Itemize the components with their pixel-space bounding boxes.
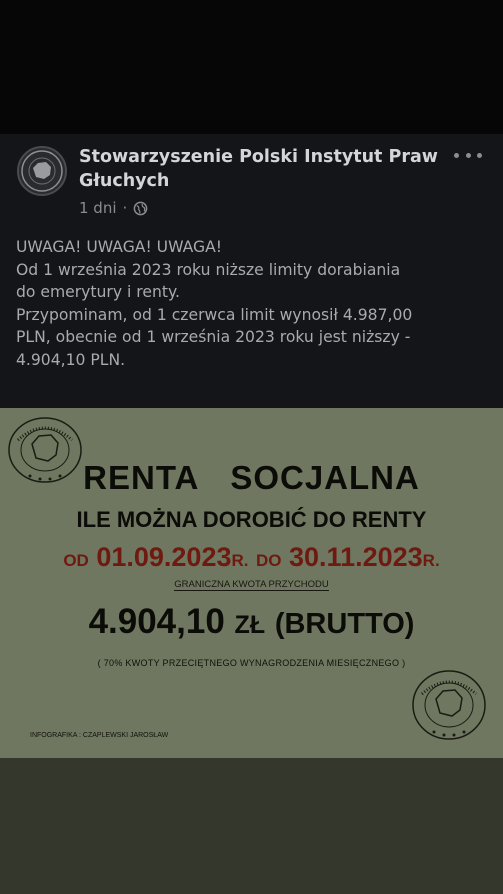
- post-text-line: PLN, obecnie od 1 września 2023 roku jes…: [16, 328, 411, 346]
- limit-label: GRANICZNA KWOTA PRZYCHODU: [0, 578, 503, 592]
- post-text-line: Przypominam, od 1 czerwca limit wynosił …: [16, 305, 413, 324]
- infographic-title: RENTA SOCJALNA: [83, 459, 420, 496]
- date-from-word: OD: [63, 551, 89, 570]
- amount-currency: ZŁ: [234, 611, 266, 639]
- top-blank-area: [0, 0, 503, 134]
- more-options-dot: [477, 152, 482, 158]
- post-time[interactable]: 1 dni: [79, 198, 117, 218]
- post-text-line: UWAGA! UWAGA! UWAGA!: [16, 238, 223, 256]
- date-to-suffix: R.: [422, 551, 440, 570]
- more-options-icon: [454, 152, 459, 158]
- post-text-line: Od 1 września 2023 roku niższe limity do…: [16, 260, 401, 279]
- more-options-dot: [465, 152, 471, 158]
- amount-note: ( 70% KWOTY PRZECIĘTNEGO WYNAGRODZENIA M…: [97, 658, 406, 668]
- meta-separator: ·: [122, 199, 128, 217]
- infographic-credit: INFOGRAFIKA : CZAPLEWSKI JAROSŁAW: [30, 732, 169, 739]
- date-from-suffix: R.: [231, 551, 249, 570]
- more-options-button[interactable]: [454, 146, 482, 164]
- page-avatar[interactable]: [17, 146, 67, 196]
- page-name-link[interactable]: Stowarzyszenie Polski Instytut Praw Głuc…: [79, 145, 449, 193]
- post-meta: 1 dni ·: [79, 198, 148, 218]
- organization-logo-icon: [21, 150, 63, 192]
- amount-gross: (BRUTTO): [274, 608, 415, 640]
- limit-label-text: GRANICZNA KWOTA PRZYCHODU: [174, 579, 329, 591]
- income-limit-amount: 4.904,10 ZŁ (BRUTTO): [0, 600, 503, 647]
- post-image-lower-area: [0, 758, 503, 894]
- infographic-subtitle: ILE MOŻNA DOROBIĆ DO RENTY: [76, 507, 427, 532]
- date-range: OD 01.09.2023R. DO 30.11.2023R.: [0, 540, 503, 578]
- amount-value: 4.904,10: [88, 602, 225, 641]
- date-to: 30.11.2023: [289, 542, 423, 572]
- date-from: 01.09.2023: [96, 542, 232, 572]
- globe-icon: [133, 201, 148, 215]
- date-to-word: DO: [256, 551, 282, 570]
- post-text: UWAGA! UWAGA! UWAGA! Od 1 września 2023 …: [16, 236, 494, 371]
- post-text-line: do emerytury i renty.: [16, 283, 180, 301]
- seal-logo-bottom-right: [412, 670, 486, 740]
- post-text-line: 4.904,10 PLN.: [16, 350, 126, 369]
